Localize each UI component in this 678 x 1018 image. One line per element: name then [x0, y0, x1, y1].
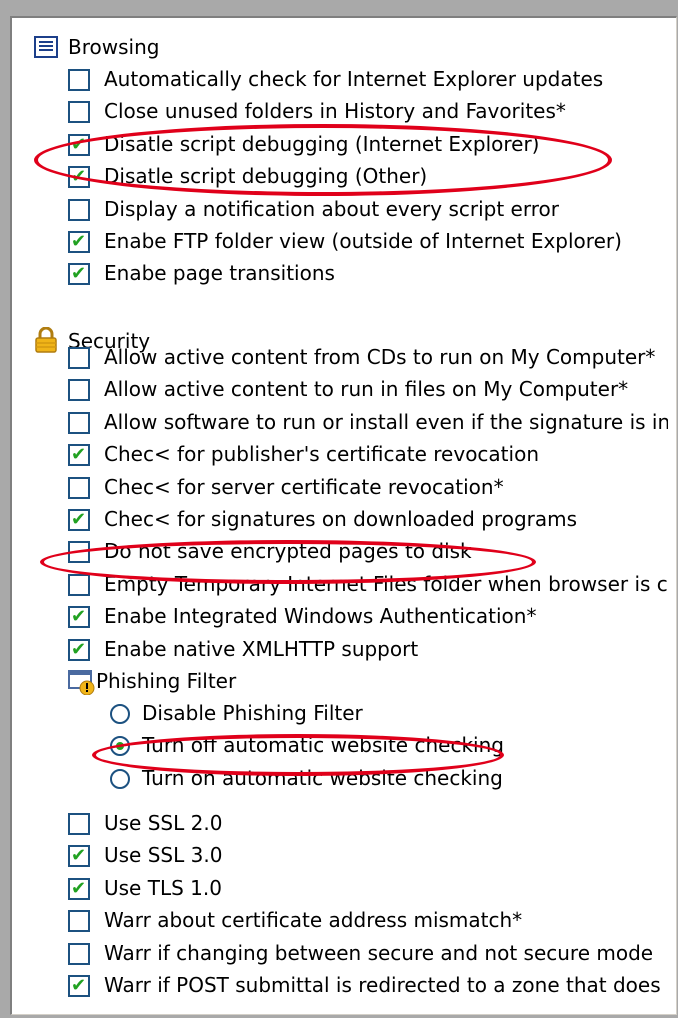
security-option-9[interactable]: Enabe native XMLHTTP support [68, 634, 668, 664]
security-after-option-0[interactable]: Use SSL 2.0 [68, 808, 668, 838]
option-label: Disable Phishing Filter [142, 701, 363, 725]
security-after-option-2[interactable]: Use TLS 1.0 [68, 873, 668, 903]
option-label: Empty Temporary Internet Files folder wh… [104, 571, 668, 596]
browsing-option-2[interactable]: Disatle script debugging (Internet Explo… [68, 129, 668, 159]
security-option-3[interactable]: Chec< for publisher's certificate revoca… [68, 439, 668, 469]
checkbox-unchecked[interactable] [68, 910, 90, 933]
option-label: Enabe FTP folder view (outside of Intern… [104, 229, 622, 253]
checkbox-unchecked[interactable] [68, 198, 90, 221]
option-label: Use SSL 2.0 [104, 811, 223, 835]
radio-selected[interactable] [110, 736, 130, 757]
option-label: Close unused folders in History and Favo… [104, 99, 566, 124]
option-label: Warr about certificate address mismatch* [104, 908, 523, 933]
browsing-option-1[interactable]: Close unused folders in History and Favo… [68, 96, 668, 126]
checkbox-checked[interactable] [68, 505, 90, 534]
dialog-frame: Browsing Automatically check for Interne… [0, 0, 678, 1018]
option-label: Enabe page transitions [104, 261, 335, 286]
group-title-phishing: Phishing Filter [96, 669, 237, 693]
option-label: Enabe native XMLHTTP support [104, 636, 419, 661]
browsing-option-4[interactable]: Display a notification about every scrip… [68, 194, 668, 224]
checkbox-unchecked[interactable] [68, 379, 90, 402]
option-label: Do not save encrypted pages to disk [104, 539, 472, 564]
option-label: Chec< for signatures on downloaded progr… [104, 507, 578, 531]
settings-list-icon [34, 36, 58, 58]
group-title-browsing: Browsing [68, 35, 160, 59]
option-label: Turn off automatic website checking [142, 733, 504, 758]
checkbox-checked[interactable] [68, 602, 90, 631]
option-label: Disatle script debugging (Internet Explo… [104, 131, 540, 156]
checkbox-checked[interactable] [68, 440, 90, 469]
option-label: Use TLS 1.0 [104, 875, 222, 900]
option-label: Disatle script debugging (Other) [104, 164, 428, 189]
security-option-8[interactable]: Enabe Integrated Windows Authentication* [68, 601, 668, 631]
checkbox-checked[interactable] [68, 841, 90, 870]
option-label: Enabe Integrated Windows Authentication* [104, 604, 537, 629]
browsing-option-5[interactable]: Enabe FTP folder view (outside of Intern… [68, 226, 668, 256]
checkbox-unchecked[interactable] [68, 347, 90, 369]
checkbox-unchecked[interactable] [68, 476, 90, 499]
group-header-phishing: Phishing Filter [68, 666, 668, 696]
radio-unselected[interactable] [110, 704, 130, 724]
option-label: Automatically check for Internet Explore… [104, 67, 604, 91]
checkbox-checked[interactable] [68, 162, 90, 191]
option-label: Chec< for publisher's certificate revoca… [104, 442, 539, 467]
radio-unselected[interactable] [110, 768, 130, 789]
checkbox-checked[interactable] [68, 635, 90, 664]
checkbox-unchecked[interactable] [68, 101, 90, 124]
phishing-option-0[interactable]: Disable Phishing Filter [110, 698, 668, 728]
option-label: Allow software to run or install even if… [104, 409, 668, 434]
browsing-option-3[interactable]: Disatle script debugging (Other) [68, 161, 668, 191]
browsing-option-0[interactable]: Automatically check for Internet Explore… [68, 64, 668, 94]
checkbox-checked[interactable] [68, 130, 90, 159]
security-option-0[interactable]: Allow active content from CDs to run on … [68, 342, 668, 372]
security-option-6[interactable]: Do not save encrypted pages to disk [68, 536, 668, 566]
browsing-option-6[interactable]: Enabe page transitions [68, 258, 668, 288]
phishing-option-1[interactable]: Turn off automatic website checking [110, 730, 668, 760]
option-label: Display a notification about every scrip… [104, 196, 559, 221]
group-header-browsing: Browsing [26, 32, 666, 62]
security-after-option-5[interactable]: Warr if POST submittal is redirected to … [68, 970, 668, 1000]
checkbox-checked[interactable] [68, 259, 90, 288]
option-label: Turn on automatic website checking [142, 765, 503, 790]
security-after-option-4[interactable]: Warr if changing between secure and not … [68, 938, 668, 968]
security-option-2[interactable]: Allow software to run or install even if… [68, 407, 668, 437]
option-label: Use SSL 3.0 [104, 843, 223, 868]
security-after-option-1[interactable]: Use SSL 3.0 [68, 840, 668, 870]
checkbox-unchecked[interactable] [68, 541, 90, 564]
security-after-option-3[interactable]: Warr about certificate address mismatch* [68, 905, 668, 935]
checkbox-checked[interactable] [68, 971, 90, 1000]
option-label: Allow active content from CDs to run on … [104, 345, 656, 369]
security-option-7[interactable]: Empty Temporary Internet Files folder wh… [68, 569, 668, 599]
option-label: Warr if changing between secure and not … [104, 940, 654, 965]
settings-list[interactable]: Browsing Automatically check for Interne… [10, 16, 677, 1015]
checkbox-unchecked[interactable] [68, 813, 90, 835]
phishing-option-2[interactable]: Turn on automatic website checking [110, 763, 668, 793]
option-label: Warr if POST submittal is redirected to … [104, 973, 668, 997]
checkbox-checked[interactable] [68, 227, 90, 256]
phishing-warning-icon [68, 670, 95, 695]
security-option-5[interactable]: Chec< for signatures on downloaded progr… [68, 504, 668, 534]
lock-icon [35, 327, 57, 353]
security-option-4[interactable]: Chec< for server certificate revocation* [68, 472, 668, 502]
checkbox-unchecked[interactable] [68, 942, 90, 965]
checkbox-checked[interactable] [68, 874, 90, 903]
checkbox-unchecked[interactable] [68, 573, 90, 596]
option-label: Chec< for server certificate revocation* [104, 474, 504, 499]
option-label: Allow active content to run in files on … [104, 377, 629, 402]
security-option-1[interactable]: Allow active content to run in files on … [68, 374, 668, 404]
checkbox-unchecked[interactable] [68, 69, 90, 91]
checkbox-unchecked[interactable] [68, 411, 90, 434]
